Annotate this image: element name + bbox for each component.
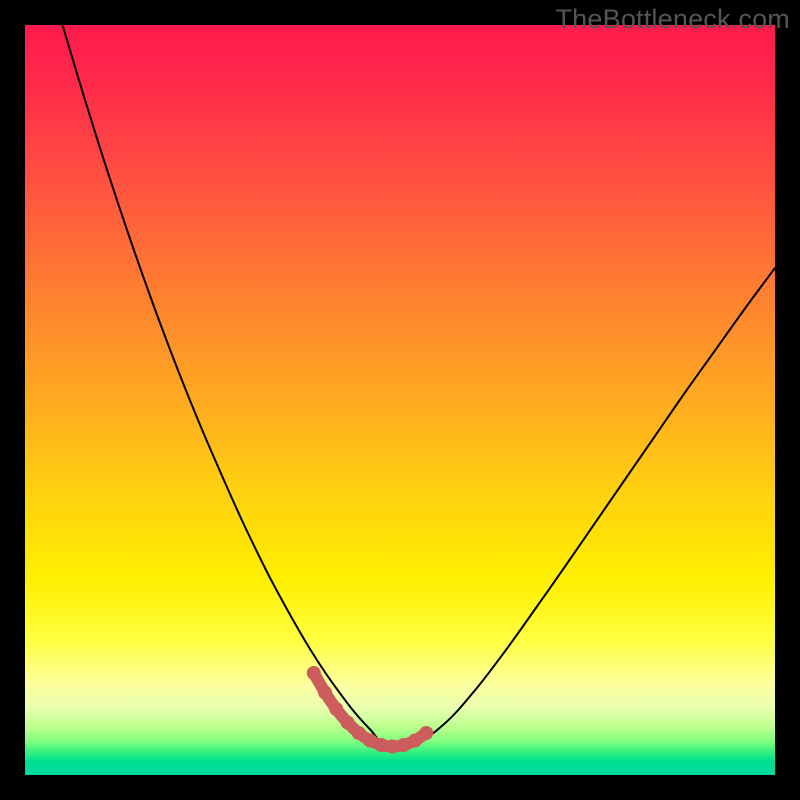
optimal-range-dot: [341, 716, 355, 730]
optimal-range-dot: [307, 666, 321, 680]
optimal-range-dots: [307, 666, 434, 754]
optimal-range-dot: [318, 686, 332, 700]
bottleneck-curve: [63, 25, 776, 746]
watermark-text: TheBottleneck.com: [555, 4, 790, 35]
optimal-range-dot: [419, 726, 433, 740]
bottleneck-curve-chart: [25, 25, 775, 775]
chart-frame: [25, 25, 775, 775]
optimal-range-dot: [329, 702, 343, 716]
